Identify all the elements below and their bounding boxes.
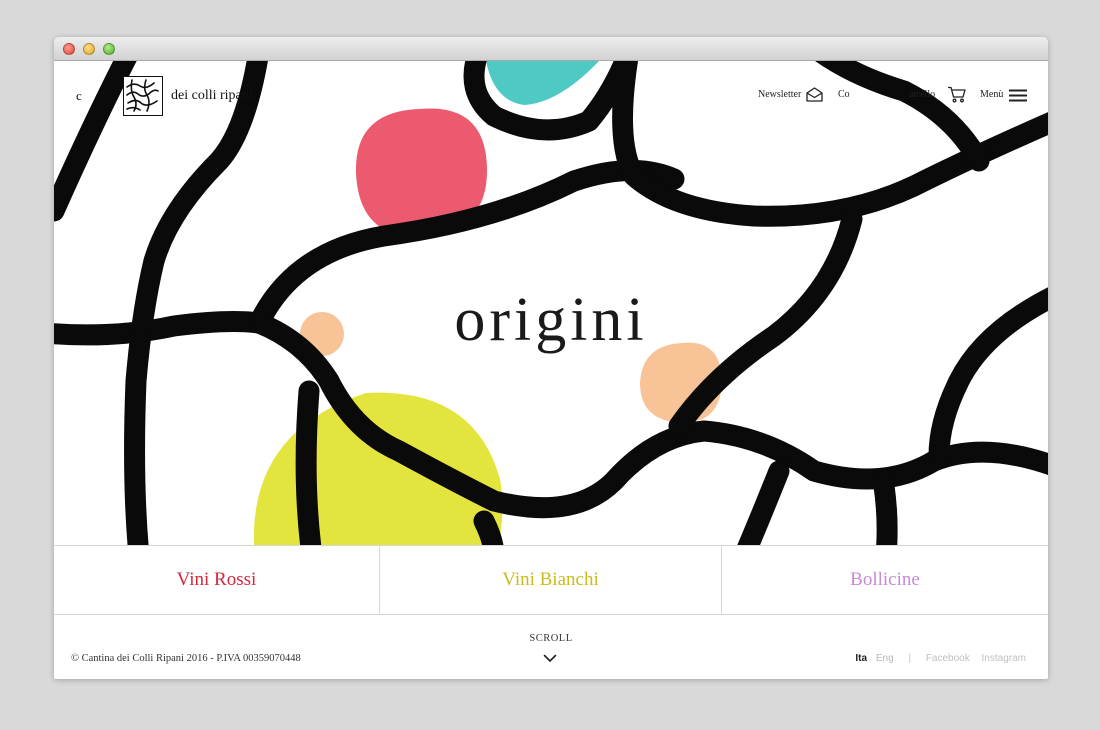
logo-prefix-text: c <box>76 88 82 103</box>
minimize-window-button[interactable] <box>83 43 95 55</box>
language-ita-link[interactable]: Ita <box>855 653 867 664</box>
nav-carrello[interactable]: arrello <box>909 89 935 100</box>
cart-icon[interactable] <box>947 86 966 103</box>
category-label: Bollicine <box>850 569 920 590</box>
browser-window: c dei colli ripani Newsletter Co arrello… <box>54 37 1048 679</box>
close-window-button[interactable] <box>63 43 75 55</box>
category-label: Vini Rossi <box>176 569 257 590</box>
language-eng-link[interactable]: Eng <box>876 653 894 664</box>
nav-menu[interactable]: Menù <box>980 89 1003 100</box>
scroll-label[interactable]: SCROLL <box>54 633 1048 644</box>
logo-text[interactable]: dei colli ripani <box>171 88 253 104</box>
category-vini-rossi[interactable]: Vini Rossi <box>54 546 379 614</box>
site-footer: © Cantina dei Colli Ripani 2016 - P.IVA … <box>54 615 1048 679</box>
facebook-link[interactable]: Facebook <box>926 653 970 664</box>
hero-title: origini <box>454 286 648 354</box>
chevron-down-icon[interactable] <box>543 654 557 663</box>
category-bar: Vini Rossi Vini Bianchi Bollicine <box>54 545 1048 615</box>
window-titlebar <box>54 37 1048 61</box>
yellow-blob <box>253 392 503 545</box>
nav-newsletter[interactable]: Newsletter <box>758 89 801 100</box>
envelope-icon[interactable] <box>806 87 823 102</box>
copyright-text: © Cantina dei Colli Ripani 2016 - P.IVA … <box>71 653 301 664</box>
hamburger-icon[interactable] <box>1009 89 1027 102</box>
footer-links: Ita Eng | Facebook Instagram <box>855 653 1026 664</box>
site-header: c dei colli ripani Newsletter Co arrello… <box>54 61 1048 131</box>
nav-contatti[interactable]: Co <box>838 89 850 100</box>
instagram-link[interactable]: Instagram <box>982 653 1026 664</box>
category-bollicine[interactable]: Bollicine <box>721 546 1048 614</box>
logo-pattern-icon <box>126 79 159 112</box>
category-vini-bianchi[interactable]: Vini Bianchi <box>379 546 721 614</box>
category-label: Vini Bianchi <box>502 569 599 590</box>
footer-separator: | <box>908 653 912 664</box>
hero-section: c dei colli ripani Newsletter Co arrello… <box>54 61 1048 545</box>
maximize-window-button[interactable] <box>103 43 115 55</box>
logo-emblem[interactable] <box>123 76 163 116</box>
